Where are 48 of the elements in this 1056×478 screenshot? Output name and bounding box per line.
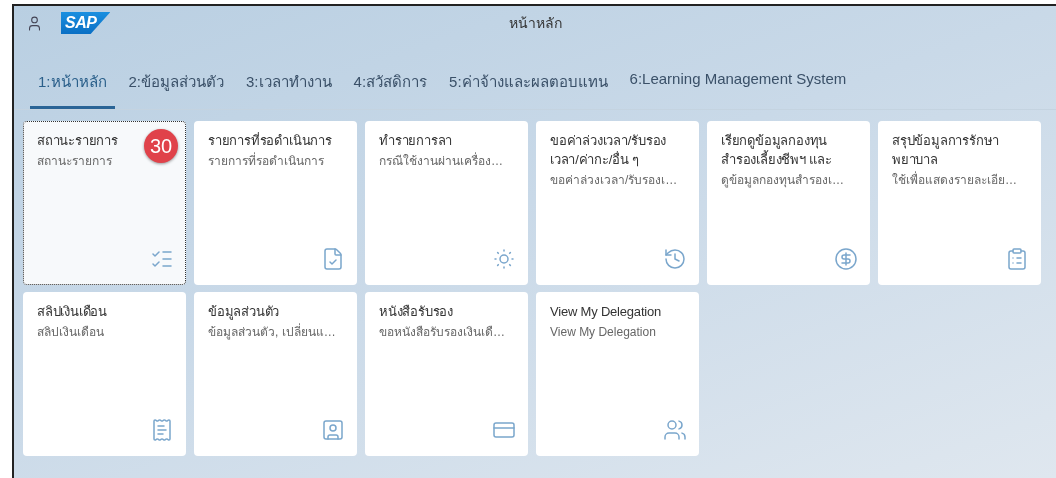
app-tile[interactable]: View My Delegation View My Delegation bbox=[536, 292, 699, 456]
history-icon bbox=[663, 247, 687, 271]
tile-subtitle: View My Delegation bbox=[550, 325, 657, 340]
tab[interactable]: 6:Learning Management System bbox=[621, 62, 855, 109]
user-card-icon bbox=[321, 418, 345, 442]
tile-title: เรียกดูข้อมูลกองทุนสำรองเลี้ยงชีพฯ และ bbox=[721, 132, 833, 169]
sun-icon bbox=[492, 247, 516, 271]
tile-title: ทำรายการลา bbox=[379, 132, 453, 150]
tile-subtitle: ดูข้อมูลกองทุนสำรองเ… bbox=[721, 173, 845, 188]
logo[interactable]: SAP bbox=[61, 12, 111, 34]
app-tile[interactable]: เรียกดูข้อมูลกองทุนสำรองเลี้ยงชีพฯ และ ดูข้อมูลกองทุนสำรองเ… bbox=[707, 121, 870, 285]
tile-subtitle: รายการที่รอดำเนินการ bbox=[208, 154, 325, 169]
tab[interactable]: 5:ค่าจ้างและผลตอบแทน bbox=[441, 62, 616, 109]
tab[interactable]: 4:สวัสดิการ bbox=[345, 62, 436, 109]
page-title: หน้าหลัก bbox=[508, 15, 562, 31]
tile-subtitle: สถานะรายการ bbox=[37, 154, 113, 169]
app-tile[interactable]: ทำรายการลา กรณีใช้งานผ่านเครื่อง… bbox=[365, 121, 528, 285]
document-check-icon bbox=[321, 247, 345, 271]
tile-title: สลิปเงินเดือน bbox=[37, 303, 107, 321]
tab[interactable]: 1:หน้าหลัก bbox=[30, 62, 115, 109]
tile-subtitle: สลิปเงินเดือน bbox=[37, 325, 105, 340]
tile-subtitle: ขอหนังสือรับรองเงินเดื… bbox=[379, 325, 506, 340]
tile-title: รายการที่รอดำเนินการ bbox=[208, 131, 332, 150]
count-badge: 30 bbox=[144, 129, 178, 163]
tile-subtitle: กรณีใช้งานผ่านเครื่อง… bbox=[379, 154, 504, 169]
app-tile[interactable]: สลิปเงินเดือน สลิปเงินเดือน bbox=[23, 292, 186, 456]
tab[interactable]: 3:เวลาทำงาน bbox=[238, 62, 340, 109]
app-tile[interactable]: ขอค่าล่วงเวลา/รับรองเวลา/ค่ากะ/อื่น ๆ ขอค่าล่วงเวลา/รับรองเ… bbox=[536, 121, 699, 285]
app-tile[interactable]: หนังสือรับรอง ขอหนังสือรับรองเงินเดื… bbox=[365, 292, 528, 456]
tile-subtitle: ใช้เพื่อแสดงรายละเอีย… bbox=[892, 173, 1018, 188]
app-tile[interactable]: รายการที่รอดำเนินการ รายการที่รอดำเนินการ bbox=[194, 121, 357, 285]
users-icon bbox=[663, 418, 687, 442]
tile-title: หนังสือรับรอง bbox=[379, 303, 453, 321]
app-tile[interactable]: สรุปข้อมูลการรักษาพยาบาล ใช้เพื่อแสดงรายละเอีย… bbox=[878, 121, 1041, 285]
tile-subtitle: ข้อมูลส่วนตัว, เปลี่ยนแ… bbox=[208, 325, 337, 340]
app-tile[interactable]: สถานะรายการ สถานะรายการ 30 bbox=[23, 121, 186, 285]
tile-subtitle: ขอค่าล่วงเวลา/รับรองเ… bbox=[550, 173, 679, 188]
dollar-icon bbox=[834, 247, 858, 271]
tile-title: สถานะรายการ bbox=[37, 132, 118, 150]
user-icon[interactable] bbox=[26, 14, 43, 32]
clipboard-icon bbox=[1005, 247, 1029, 271]
tile-title: ขอค่าล่วงเวลา/รับรองเวลา/ค่ากะ/อื่น ๆ bbox=[550, 132, 668, 169]
receipt-icon bbox=[150, 418, 174, 442]
app-tile[interactable]: ข้อมูลส่วนตัว ข้อมูลส่วนตัว, เปลี่ยนแ… bbox=[194, 292, 357, 456]
tile-title: ข้อมูลส่วนตัว bbox=[208, 303, 280, 321]
tile-title: สรุปข้อมูลการรักษาพยาบาล bbox=[892, 132, 1001, 169]
tab[interactable]: 2:ข้อมูลส่วนตัว bbox=[120, 62, 233, 109]
tile-title: View My Delegation bbox=[550, 303, 662, 321]
